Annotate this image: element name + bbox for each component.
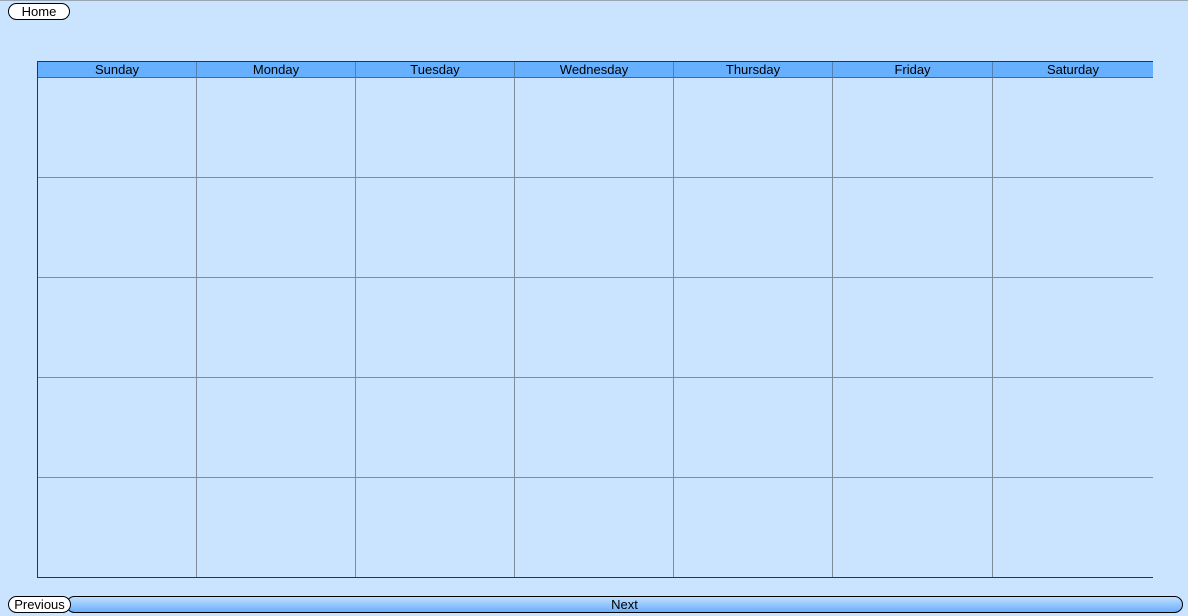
- day-cell[interactable]: [833, 378, 993, 478]
- day-cell[interactable]: [197, 378, 356, 478]
- day-cell[interactable]: [356, 278, 515, 378]
- day-header-friday: Friday: [833, 62, 993, 78]
- day-cell[interactable]: [833, 278, 993, 378]
- day-cell[interactable]: [515, 478, 674, 577]
- day-header-monday: Monday: [197, 62, 356, 78]
- day-header-thursday: Thursday: [674, 62, 833, 78]
- day-cell[interactable]: [356, 478, 515, 577]
- day-cell[interactable]: [356, 78, 515, 178]
- day-cell[interactable]: [674, 478, 833, 577]
- day-cell[interactable]: [674, 78, 833, 178]
- day-header-tuesday: Tuesday: [356, 62, 515, 78]
- day-cell[interactable]: [515, 78, 674, 178]
- day-cell[interactable]: [515, 378, 674, 478]
- day-cell[interactable]: [674, 278, 833, 378]
- top-border: [0, 0, 1188, 1]
- day-cell[interactable]: [197, 478, 356, 577]
- day-cell[interactable]: [993, 378, 1153, 478]
- day-cell[interactable]: [197, 278, 356, 378]
- day-cell[interactable]: [356, 178, 515, 278]
- day-cell[interactable]: [515, 278, 674, 378]
- day-cell[interactable]: [197, 178, 356, 278]
- day-cell[interactable]: [993, 178, 1153, 278]
- day-cell[interactable]: [38, 178, 197, 278]
- day-cell[interactable]: [197, 78, 356, 178]
- day-cell[interactable]: [833, 78, 993, 178]
- day-cell[interactable]: [674, 178, 833, 278]
- previous-button[interactable]: Previous: [8, 596, 71, 613]
- day-cell[interactable]: [674, 378, 833, 478]
- day-cell[interactable]: [38, 478, 197, 577]
- day-cell[interactable]: [38, 78, 197, 178]
- next-button[interactable]: Next: [66, 596, 1183, 613]
- day-header-sunday: Sunday: [38, 62, 197, 78]
- day-cell[interactable]: [833, 478, 993, 577]
- day-cell[interactable]: [993, 278, 1153, 378]
- day-cell[interactable]: [993, 478, 1153, 577]
- day-cell[interactable]: [993, 78, 1153, 178]
- day-cell[interactable]: [356, 378, 515, 478]
- calendar-grid: Sunday Monday Tuesday Wednesday Thursday Frid…: [37, 61, 1153, 578]
- day-header-wednesday: Wednesday: [515, 62, 674, 78]
- day-cell[interactable]: [38, 378, 197, 478]
- home-button[interactable]: Home: [8, 3, 70, 20]
- day-header-saturday: Saturday: [993, 62, 1153, 78]
- day-cell[interactable]: [515, 178, 674, 278]
- day-cell[interactable]: [38, 278, 197, 378]
- day-cell[interactable]: [833, 178, 993, 278]
